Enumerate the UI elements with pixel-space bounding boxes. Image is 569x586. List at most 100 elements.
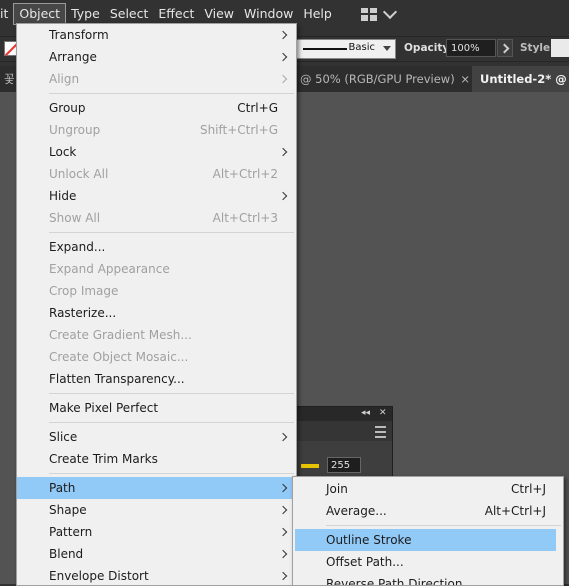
menu-item-label: Transform [49, 28, 109, 42]
menu-window[interactable]: Window [239, 3, 298, 25]
menu-item-outline-stroke[interactable]: Outline Stroke [295, 529, 556, 551]
value-input[interactable]: 255 [327, 457, 361, 473]
chevron-right-icon [278, 571, 288, 581]
chevron-right-icon [278, 74, 288, 84]
close-icon[interactable]: × [460, 66, 470, 92]
menu-item-create-trim-marks[interactable]: Create Trim Marks [17, 448, 296, 470]
menu-item-make-pixel-perfect[interactable]: Make Pixel Perfect [17, 397, 296, 419]
menu-item-label: Rasterize... [49, 306, 117, 320]
menu-separator [17, 229, 296, 236]
menu-item-hide[interactable]: Hide [17, 185, 296, 207]
menu-view[interactable]: View [199, 3, 239, 25]
opacity-expand-button[interactable] [497, 39, 513, 57]
menu-item-label: Arrange [49, 50, 97, 64]
dropdown-arrow-icon [383, 46, 391, 51]
document-tab-2[interactable]: @ 50% (RGB/GPU Preview) × [296, 66, 475, 92]
menu-item-offset-path[interactable]: Offset Path... [293, 551, 563, 573]
stroke-style-dropdown[interactable]: Basic [296, 39, 396, 59]
stroke-style-label: Basic [348, 42, 375, 53]
menu-item-create-object-mosaic: Create Object Mosaic... [17, 346, 296, 368]
menu-item-label: Group [49, 101, 86, 115]
style-label: Style: [520, 42, 555, 54]
menu-item-blend[interactable]: Blend [17, 543, 296, 565]
chevron-right-icon [278, 483, 288, 493]
menu-item-label: Expand Appearance [49, 262, 170, 276]
menu-effect[interactable]: Effect [153, 3, 199, 25]
menu-item-label: Create Object Mosaic... [49, 350, 189, 364]
panel-tab-row [297, 421, 392, 441]
menu-help[interactable]: Help [298, 3, 337, 25]
menu-item-expand-appearance: Expand Appearance [17, 258, 296, 280]
close-icon[interactable]: ✕ [379, 408, 387, 418]
menu-separator [17, 470, 296, 477]
menu-item-show-all: Show All Alt+Ctrl+3 [17, 207, 296, 229]
panel-menu-icon[interactable] [375, 426, 386, 438]
menu-item-label: Join [326, 482, 348, 496]
menu-item-slice[interactable]: Slice [17, 426, 296, 448]
menu-item-label: Path [49, 481, 76, 495]
workspace-grid-icon [360, 7, 377, 21]
menu-item-join[interactable]: Join Ctrl+J [293, 478, 563, 500]
menu-item-label: Outline Stroke [326, 533, 412, 547]
menu-item-ungroup: Ungroup Shift+Ctrl+G [17, 119, 296, 141]
shortcut-label: Alt+Ctrl+J [484, 504, 546, 518]
chevron-down-icon [382, 4, 397, 20]
menu-separator [17, 90, 296, 97]
menu-item-label: Hide [49, 189, 77, 203]
chevron-right-icon [278, 147, 288, 157]
menu-item-label: Show All [49, 211, 101, 225]
menu-item-label: Make Pixel Perfect [49, 401, 159, 415]
menu-item-label: Pattern [49, 525, 93, 539]
menu-item-rasterize[interactable]: Rasterize... [17, 302, 296, 324]
menu-type[interactable]: Type [66, 3, 105, 25]
stroke-preview [303, 48, 347, 50]
shortcut-label: Ctrl+J [511, 482, 546, 496]
menu-item-transform[interactable]: Transform [17, 24, 296, 46]
menu-item-arrange[interactable]: Arrange [17, 46, 296, 68]
menu-item-label: Create Trim Marks [49, 452, 158, 466]
menu-item-label: Create Gradient Mesh... [49, 328, 192, 342]
chevron-right-icon [278, 52, 288, 62]
menu-item-reverse-path-direction[interactable]: Reverse Path Direction [293, 573, 563, 586]
menu-separator [17, 390, 296, 397]
menu-item-shape[interactable]: Shape [17, 499, 296, 521]
document-tab-2-label: @ 50% (RGB/GPU Preview) [300, 72, 455, 86]
menu-item-pattern[interactable]: Pattern [17, 521, 296, 543]
style-swatch[interactable] [551, 39, 569, 57]
chevron-right-icon [278, 549, 288, 559]
menu-item-label: Expand... [49, 240, 106, 254]
menu-separator [293, 522, 563, 529]
menu-item-expand[interactable]: Expand... [17, 236, 296, 258]
menu-item-label: Blend [49, 547, 84, 561]
menu-item-crop-image: Crop Image [17, 280, 296, 302]
menu-item-align: Align [17, 68, 296, 90]
menu-item-envelope-distort[interactable]: Envelope Distort [17, 565, 296, 585]
menu-select[interactable]: Select [105, 3, 154, 25]
collapse-icon[interactable]: ◂◂ [361, 408, 370, 418]
menu-item-group[interactable]: Group Ctrl+G [17, 97, 296, 119]
menu-item-label: Reverse Path Direction [326, 577, 463, 586]
slider-track[interactable] [301, 464, 319, 468]
menu-item-label: Average... [326, 504, 387, 518]
shortcut-label: Alt+Ctrl+3 [212, 211, 278, 225]
menu-item-label: Align [49, 72, 80, 86]
menu-item-lock[interactable]: Lock [17, 141, 296, 163]
document-tab-active[interactable]: Untitled-2* @ 33. [472, 66, 569, 92]
menu-object[interactable]: Object [13, 3, 67, 25]
menu-item-path[interactable]: Path [17, 477, 296, 499]
shortcut-label: Shift+Ctrl+G [199, 123, 278, 137]
panel-header: ◂◂ ✕ [297, 407, 392, 421]
menu-edit-partial[interactable]: it [0, 3, 13, 25]
chevron-right-icon [278, 505, 288, 515]
menu-item-flatten-transparency[interactable]: Flatten Transparency... [17, 368, 296, 390]
workspace-switcher[interactable] [360, 4, 397, 21]
menu-item-average[interactable]: Average... Alt+Ctrl+J [293, 500, 563, 522]
menu-item-label: Unlock All [49, 167, 109, 181]
menu-item-label: Slice [49, 430, 78, 444]
menu-separator [17, 419, 296, 426]
opacity-input[interactable]: 100% [446, 39, 496, 57]
chevron-right-icon [278, 527, 288, 537]
menu-item-create-gradient-mesh: Create Gradient Mesh... [17, 324, 296, 346]
menu-item-label: Lock [49, 145, 77, 159]
menu-item-unlock-all: Unlock All Alt+Ctrl+2 [17, 163, 296, 185]
